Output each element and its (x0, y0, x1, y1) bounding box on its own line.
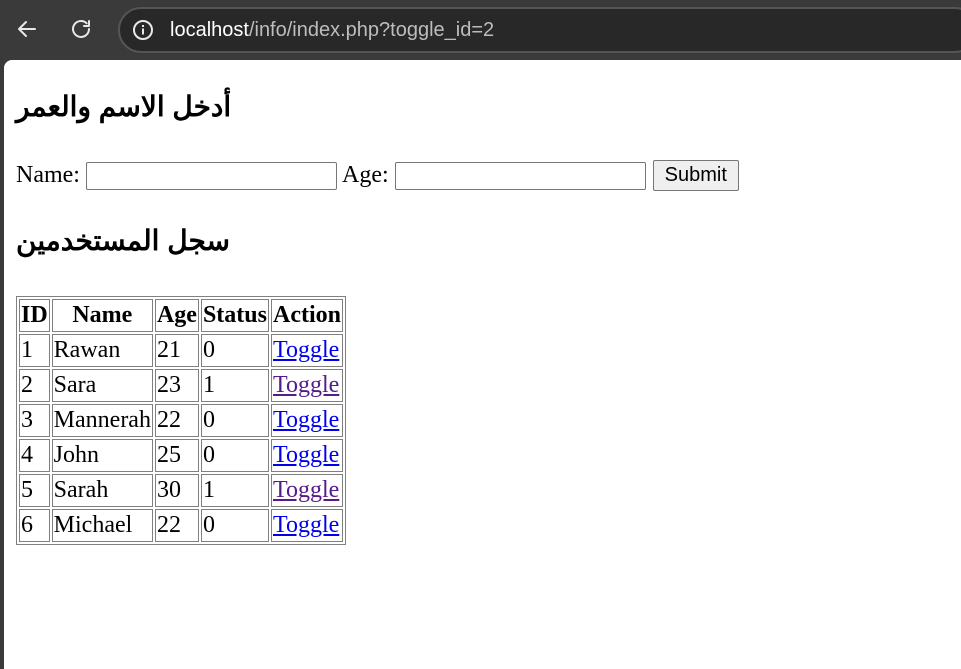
cell-name: John (51, 439, 153, 472)
cell-name: Sara (51, 369, 153, 402)
cell-id: 2 (19, 369, 50, 402)
age-label: Age: (341, 162, 389, 188)
cell-action: Toggle (270, 474, 343, 507)
cell-age: 23 (154, 369, 199, 402)
col-header-name: Name (51, 299, 153, 332)
cell-action: Toggle (270, 369, 343, 402)
cell-status: 1 (200, 474, 269, 507)
address-bar[interactable]: localhost/info/index.php?toggle_id=2 (118, 7, 961, 53)
name-label: Name: (16, 162, 80, 188)
cell-name: Michael (51, 509, 153, 542)
cell-age: 22 (154, 404, 199, 437)
name-input[interactable] (85, 161, 337, 190)
browser-toolbar: localhost/info/index.php?toggle_id=2 (0, 0, 961, 60)
cell-status: 0 (200, 334, 269, 367)
cell-id: 3 (19, 404, 50, 437)
cell-status: 1 (200, 369, 269, 402)
submit-button[interactable]: Submit (652, 160, 739, 191)
toggle-link[interactable]: Toggle (273, 337, 339, 363)
url-path: /info/index.php?toggle_id=2 (248, 19, 495, 41)
cell-age: 22 (154, 509, 199, 542)
users-log-heading: سجل المستخدمين (16, 225, 230, 256)
cell-action: Toggle (270, 509, 343, 542)
col-header-status: Status (200, 299, 269, 332)
url-text: localhost/info/index.php?toggle_id=2 (170, 19, 494, 42)
table-row: 2 Sara 23 1 Toggle (19, 369, 343, 402)
age-input[interactable] (394, 161, 646, 190)
back-arrow-icon[interactable] (10, 12, 44, 46)
cell-status: 0 (200, 439, 269, 472)
table-row: 4 John 25 0 Toggle (19, 439, 343, 472)
user-form: Name: Age: Submit (16, 160, 739, 191)
form-heading: أدخل الاسم والعمر (16, 91, 232, 122)
cell-name: Rawan (51, 334, 153, 367)
cell-action: Toggle (270, 439, 343, 472)
toggle-link[interactable]: Toggle (273, 372, 339, 398)
toggle-link[interactable]: Toggle (273, 512, 339, 538)
table-row: 3 Mannerah 22 0 Toggle (19, 404, 343, 437)
cell-age: 21 (154, 334, 199, 367)
cell-id: 1 (19, 334, 50, 367)
toggle-link[interactable]: Toggle (273, 407, 339, 433)
cell-name: Mannerah (51, 404, 153, 437)
col-header-id: ID (19, 299, 50, 332)
cell-age: 25 (154, 439, 199, 472)
cell-action: Toggle (270, 334, 343, 367)
cell-action: Toggle (270, 404, 343, 437)
cell-age: 30 (154, 474, 199, 507)
table-header-row: ID Name Age Status Action (19, 299, 343, 332)
cell-status: 0 (200, 509, 269, 542)
table-row: 1 Rawan 21 0 Toggle (19, 334, 343, 367)
page-viewport: أدخل الاسم والعمر Name: Age: Submit سجل … (4, 60, 961, 669)
cell-id: 5 (19, 474, 50, 507)
users-table: ID Name Age Status Action 1 Rawan 21 0 T… (16, 296, 346, 545)
toggle-link[interactable]: Toggle (273, 442, 339, 468)
cell-id: 6 (19, 509, 50, 542)
url-host: localhost (170, 19, 249, 41)
col-header-action: Action (270, 299, 343, 332)
table-row: 6 Michael 22 0 Toggle (19, 509, 343, 542)
cell-status: 0 (200, 404, 269, 437)
site-info-icon[interactable] (132, 19, 154, 41)
toggle-link[interactable]: Toggle (273, 477, 339, 503)
cell-name: Sarah (51, 474, 153, 507)
cell-id: 4 (19, 439, 50, 472)
table-row: 5 Sarah 30 1 Toggle (19, 474, 343, 507)
reload-icon[interactable] (64, 12, 98, 46)
col-header-age: Age (154, 299, 199, 332)
